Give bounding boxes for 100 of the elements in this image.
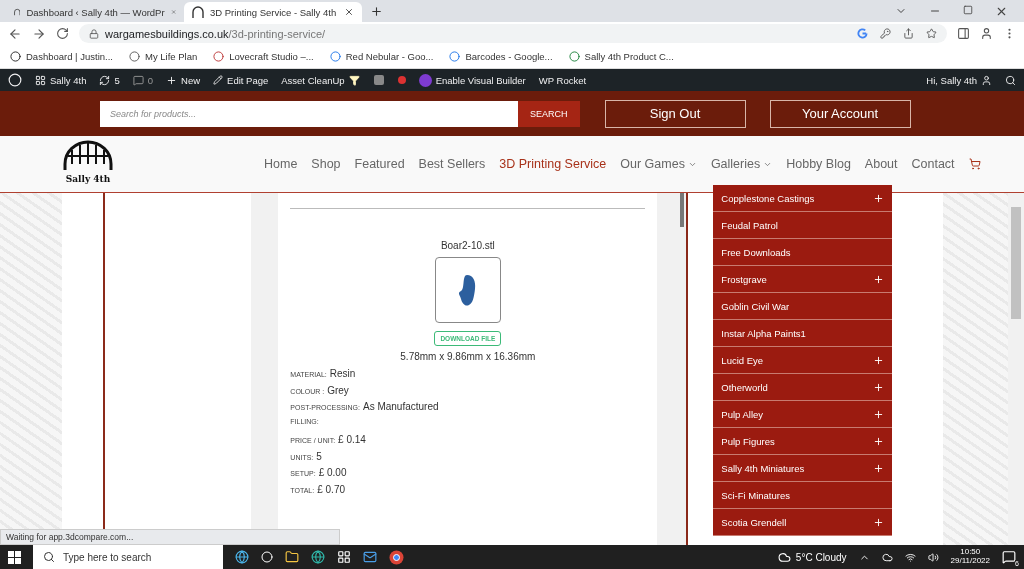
nav-link[interactable]: Featured: [354, 157, 405, 171]
nav-link[interactable]: Hobby Blog: [786, 157, 851, 171]
nav-link[interactable]: 3D Printing Service: [499, 157, 607, 171]
asset-cleanup-link[interactable]: Asset CleanUp: [281, 74, 360, 86]
category-link[interactable]: Pulp Figures: [713, 428, 893, 455]
taskbar-search-field[interactable]: Type here to search: [33, 545, 223, 569]
maximize-icon[interactable]: [963, 4, 973, 15]
scroll-thumb-drawing[interactable]: [1011, 207, 1021, 319]
nav-link[interactable]: Our Games: [620, 157, 697, 171]
cart-icon[interactable]: [968, 158, 981, 170]
new-tab-icon[interactable]: [370, 4, 383, 18]
windows-start-icon[interactable]: [8, 550, 21, 564]
sally-4th-logo[interactable]: Sally 4th: [62, 140, 114, 188]
bookmark[interactable]: Sally 4th Product C...: [568, 51, 674, 62]
arch-logo-icon: [14, 6, 21, 18]
clock[interactable]: 10:50 29/11/2022: [950, 548, 990, 566]
site-icon: [568, 51, 580, 62]
bookmark[interactable]: My Life Plan: [128, 51, 198, 62]
account-greeting[interactable]: Hi, Sally 4th: [926, 74, 992, 86]
address-field[interactable]: wargamesbuildings.co.uk/3d-printing-service/: [79, 24, 947, 43]
profile-icon[interactable]: [980, 27, 993, 40]
back-icon[interactable]: [8, 26, 22, 41]
new-link[interactable]: New: [166, 74, 201, 86]
g-logo-icon[interactable]: [857, 28, 868, 39]
plus-icon[interactable]: [873, 462, 885, 474]
header-button[interactable]: Your Account: [769, 99, 911, 128]
key-icon[interactable]: [880, 28, 891, 39]
plus-icon[interactable]: [873, 354, 885, 366]
nav-link[interactable]: Shop: [311, 157, 341, 171]
side-panel-icon[interactable]: [957, 27, 970, 40]
bookmark[interactable]: Dashboard | Justin...: [10, 51, 113, 62]
site-icon: [213, 51, 225, 62]
dashboard-icon: [35, 74, 46, 86]
weather-text[interactable]: 5°C Cloudy: [777, 550, 847, 564]
category-link[interactable]: Sally 4th Miniatures: [713, 455, 893, 482]
status-dot-icon[interactable]: [397, 76, 406, 84]
site-icon: [10, 51, 21, 62]
plus-icon[interactable]: [873, 273, 885, 285]
nav-link[interactable]: About: [864, 157, 898, 171]
site-icon: [128, 51, 140, 62]
scrollbar[interactable]: [1008, 193, 1024, 545]
bookmark[interactable]: Lovecraft Studio –...: [213, 51, 314, 62]
folder-icon[interactable]: [285, 550, 299, 564]
nav-link[interactable]: Best Sellers: [418, 157, 486, 171]
cloud-icon: [777, 550, 791, 564]
plus-icon[interactable]: [873, 192, 885, 204]
bookmark[interactable]: Red Nebular - Goo...: [329, 51, 434, 62]
edit-page-link[interactable]: Edit Page: [213, 74, 269, 86]
browser-icon[interactable]: [311, 550, 325, 564]
plus-icon[interactable]: [873, 381, 885, 393]
star-icon[interactable]: [926, 28, 937, 39]
notification-icon[interactable]: [1002, 550, 1016, 564]
product-search-field[interactable]: Search for products...: [100, 100, 518, 127]
task-view-icon[interactable]: [261, 551, 273, 563]
comments-link[interactable]: 0: [132, 74, 154, 86]
pencil-icon: [213, 75, 224, 85]
updates-link[interactable]: 5: [99, 74, 120, 86]
category-link[interactable]: Otherworld: [713, 374, 893, 401]
property-value: £ 0.70: [317, 483, 345, 495]
wifi-icon[interactable]: [904, 551, 916, 563]
globe-icon[interactable]: [235, 550, 249, 564]
browser-tab[interactable]: 3D Printing Service - Sally 4th: [184, 2, 362, 22]
category-link[interactable]: Scotia Grendell: [713, 509, 893, 536]
nav-link[interactable]: Galleries: [710, 157, 773, 171]
refresh-icon: [99, 74, 111, 86]
scrollbar-drawing: [680, 193, 685, 227]
plus-icon[interactable]: [873, 435, 885, 447]
category-link[interactable]: Sci-Fi Minatures: [713, 482, 893, 509]
chrome-icon[interactable]: [389, 549, 404, 565]
category-link[interactable]: Instar Alpha Paints1: [713, 320, 893, 347]
visual-builder-link[interactable]: Enable Visual Builder: [418, 73, 526, 87]
admin-site-link[interactable]: Sally 4th: [35, 74, 87, 86]
reload-icon[interactable]: [56, 27, 69, 40]
browser-tab[interactable]: Dashboard ‹ Sally 4th — WordPr: [6, 2, 184, 22]
search-icon[interactable]: [1005, 74, 1016, 86]
category-link[interactable]: Frostgrave: [713, 266, 893, 293]
category-link[interactable]: Lucid Eye: [713, 347, 893, 374]
wp-rocket-link[interactable]: WP Rocket: [538, 74, 587, 86]
user-icon: [981, 74, 992, 86]
plus-icon[interactable]: [873, 516, 885, 528]
cloud-icon[interactable]: [881, 551, 893, 563]
search-button[interactable]: SEARCH: [518, 100, 580, 127]
forward-icon[interactable]: [32, 26, 46, 41]
share-icon[interactable]: [903, 28, 914, 39]
close-icon[interactable]: [344, 7, 354, 17]
store-icon[interactable]: [337, 550, 351, 564]
category-link[interactable]: Goblin Civil War: [713, 293, 893, 320]
header-button[interactable]: Sign Out: [604, 99, 746, 128]
plus-icon[interactable]: [873, 408, 885, 420]
nav-link[interactable]: Home: [264, 157, 298, 171]
bookmark[interactable]: Barcodes - Google...: [449, 51, 553, 62]
dimensions-text: 5.78mm x 9.86mm x 16.36mm: [400, 351, 536, 362]
mail-icon[interactable]: [363, 550, 377, 564]
volume-icon[interactable]: [927, 551, 939, 563]
category-link[interactable]: Pulp Alley: [713, 401, 893, 428]
category-link[interactable]: Free Downloads: [713, 239, 893, 266]
category-link[interactable]: Copplestone Castings: [713, 185, 893, 212]
nav-link[interactable]: Contact: [911, 157, 955, 171]
category-link[interactable]: Feudal Patrol: [713, 212, 893, 239]
property-value: As Manufactured: [362, 401, 439, 412]
